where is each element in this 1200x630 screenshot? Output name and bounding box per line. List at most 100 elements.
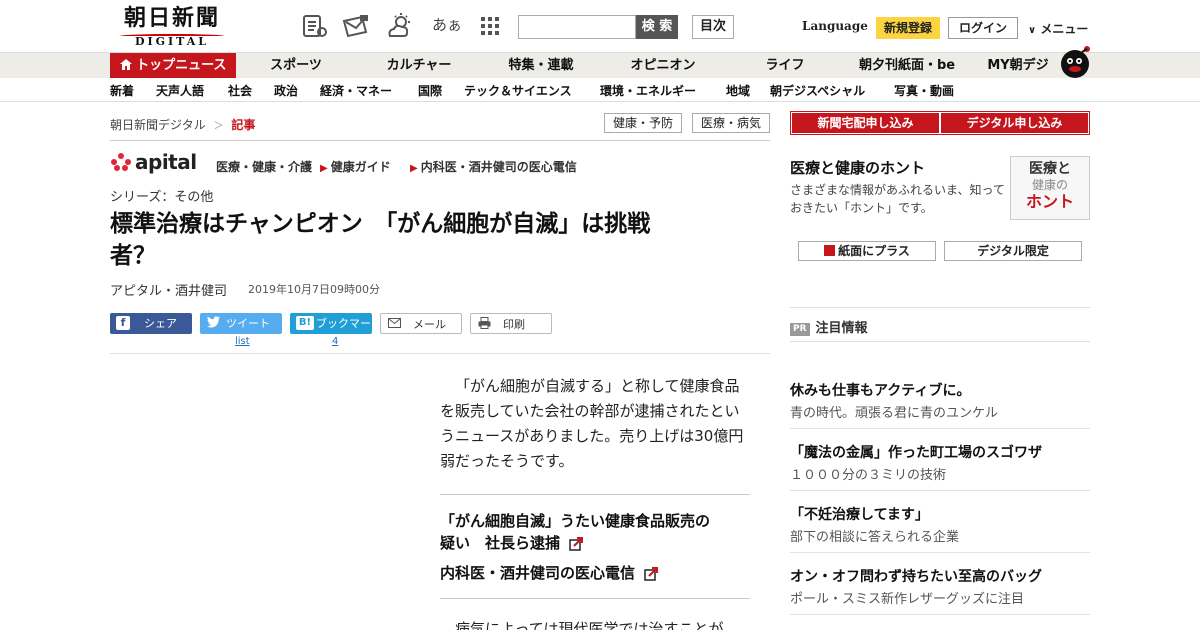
series-label: シリーズ：その他 — [110, 190, 214, 205]
divider — [110, 140, 770, 141]
pr-section-header: PR 注目情報 — [790, 317, 868, 336]
pr-title: 注目情報 — [815, 321, 868, 336]
divider — [790, 552, 1090, 553]
facebook-share-button[interactable]: f シェア — [110, 313, 192, 334]
subnav-environment[interactable]: 環境・エネルギー — [600, 82, 696, 99]
mascot-icon — [1061, 46, 1090, 78]
nav-life[interactable]: ライフ — [750, 53, 820, 79]
divider — [440, 598, 750, 599]
column-series-link[interactable]: 内科医・酒井健司の医心電信 — [440, 562, 750, 584]
printer-icon — [477, 317, 491, 331]
breadcrumb-home[interactable]: 朝日新聞デジタル — [110, 118, 206, 132]
tag-health-prevention[interactable]: 健康・予防 — [604, 113, 682, 133]
nav-top-news[interactable]: トップニュース — [110, 53, 236, 79]
divider — [440, 494, 750, 495]
hatena-count[interactable]: 4 — [332, 336, 338, 347]
subnav-special[interactable]: 朝デジスペシャル — [770, 82, 865, 99]
subnav-international[interactable]: 国際 — [418, 82, 442, 99]
divider — [110, 353, 770, 354]
nav-culture[interactable]: カルチャー — [372, 53, 466, 79]
headline-line-2: 者？ — [110, 243, 156, 269]
language-link[interactable]: Language — [802, 19, 868, 33]
nav-my-asadigi[interactable]: MY朝デジ — [980, 53, 1056, 79]
nav-print-edition[interactable]: 朝夕刊紙面・be — [852, 53, 962, 79]
main-navigation: トップニュース スポーツ カルチャー 特集・連載 オピニオン ライフ 朝夕刊紙面… — [0, 52, 1200, 79]
grid-menu-icon[interactable] — [476, 12, 504, 40]
logo-main-text: 朝日新聞 — [123, 5, 220, 31]
twitter-count[interactable]: list — [235, 336, 250, 347]
headline-line-1: 標準治療はチャンピオン 「がん細胞が自滅」は挑戦 — [110, 211, 651, 237]
column-link[interactable]: ▶ 内科医・酒井健司の医心電信 — [410, 158, 577, 175]
register-button[interactable]: 新規登録 — [876, 17, 940, 39]
mail-ticket-icon[interactable] — [342, 12, 370, 40]
mail-share-button[interactable]: メール — [380, 313, 462, 334]
search-button[interactable]: 検 索 — [636, 15, 678, 39]
digital-only-button[interactable]: デジタル限定 — [944, 241, 1082, 261]
facebook-icon: f — [116, 316, 130, 330]
twitter-share-button[interactable]: ツイート — [200, 313, 282, 334]
triangle-right-icon: ▶ — [410, 163, 418, 174]
apital-logo[interactable]: apital — [110, 150, 197, 174]
ad-subtitle: 青の時代。頑張る君に青のユンケル — [790, 406, 999, 421]
related-article-link[interactable]: 「がん細胞自滅」うたい健康食品販売の 疑い 社長ら逮捕 — [440, 510, 750, 554]
paper-plus-button[interactable]: 紙面にプラス — [798, 241, 936, 261]
subnav-politics[interactable]: 政治 — [274, 82, 298, 99]
link-label: 内科医・酒井健司の医心電信 — [420, 160, 577, 174]
honto-text-c: ホント — [1025, 192, 1074, 211]
honto-text-b: 健康の — [1031, 178, 1068, 192]
link-label: 健康ガイド — [330, 160, 391, 174]
subnav-photo-video[interactable]: 写真・動画 — [894, 82, 954, 99]
nav-label: トップニュース — [136, 58, 227, 73]
article-paragraph: 「がん細胞が自滅する」と称して健康食品を販売していた会社の幹部が逮捕されたという… — [440, 377, 744, 470]
index-button[interactable]: 目次 — [692, 15, 734, 39]
article-paragraph-next: 病気によっては現代医学では治すことが — [440, 620, 724, 630]
subnav-economy[interactable]: 経済・マネー — [320, 82, 392, 99]
feature-title[interactable]: 医療と健康のホント — [790, 157, 925, 178]
subnav-new[interactable]: 新着 — [110, 82, 134, 99]
login-button[interactable]: ログイン — [948, 17, 1018, 39]
digital-subscribe-button[interactable]: デジタル申し込み — [941, 113, 1088, 133]
triangle-right-icon: ▶ — [320, 163, 328, 174]
subnav-tech-science[interactable]: テック＆サイエンス — [464, 82, 572, 99]
pr-badge: PR — [790, 323, 810, 336]
share-label: 印刷 — [503, 318, 525, 331]
byline: アピタル・酒井健司 — [110, 284, 228, 299]
tag-medical-disease[interactable]: 医療・病気 — [692, 113, 770, 133]
share-label: シェア — [144, 317, 177, 330]
newspaper-icon[interactable] — [300, 12, 328, 40]
divider — [790, 614, 1090, 615]
subnav-region[interactable]: 地域 — [726, 82, 750, 99]
external-link-icon — [569, 536, 584, 551]
print-button[interactable]: 印刷 — [470, 313, 552, 334]
asahi-digital-logo[interactable]: 朝日新聞 DIGITAL — [112, 6, 232, 48]
ad-title[interactable]: 休みも仕事もアクティブに。 — [790, 380, 970, 400]
honto-banner[interactable]: 医療と 健康の ホント — [1010, 156, 1090, 220]
menu-button[interactable]: ∨ メニュー — [1028, 20, 1088, 37]
nav-features[interactable]: 特集・連載 — [494, 53, 588, 79]
share-label: ツイート — [226, 317, 270, 330]
envelope-icon — [387, 317, 401, 331]
ad-title[interactable]: 「魔法の金属」作った町工場のスゴワザ — [790, 442, 1042, 462]
hatena-bookmark-button[interactable]: B! ブックマーク — [290, 313, 372, 351]
search-input[interactable] — [518, 15, 636, 39]
logo-swoosh — [120, 34, 224, 38]
weather-icon[interactable] — [386, 12, 414, 40]
twitter-bird-icon — [206, 316, 220, 330]
breadcrumb-separator: ＞ — [213, 121, 224, 132]
nav-opinion[interactable]: オピニオン — [616, 53, 710, 79]
subnav-society[interactable]: 社会 — [228, 82, 252, 99]
publish-date: 2019年10月7日09時00分 — [248, 283, 380, 296]
ad-subtitle: ポール・スミス新作レザーグッズに注目 — [790, 592, 1025, 607]
chevron-down-icon: ∨ — [1028, 25, 1037, 36]
ad-title[interactable]: 「不妊治療してます」 — [790, 504, 929, 524]
health-guide-link[interactable]: ▶ 健康ガイド — [320, 158, 391, 175]
nav-sports[interactable]: スポーツ — [256, 53, 336, 79]
paper-subscribe-button[interactable]: 新聞宅配申し込み — [792, 113, 939, 133]
font-size-icon[interactable]: あぁ — [432, 14, 462, 35]
external-link-icon — [644, 566, 659, 581]
site-header: 朝日新聞 DIGITAL あぁ 検 索 目次 Language 新規登録 ログイ… — [0, 0, 1200, 52]
subnav-tenseijingo[interactable]: 天声人語 — [156, 82, 204, 99]
paper-plus-icon — [824, 245, 836, 256]
ad-title[interactable]: オン・オフ問わず持ちたい至高のバッグ — [790, 566, 1042, 586]
ad-subtitle: 部下の相談に答えられる企業 — [790, 530, 960, 545]
